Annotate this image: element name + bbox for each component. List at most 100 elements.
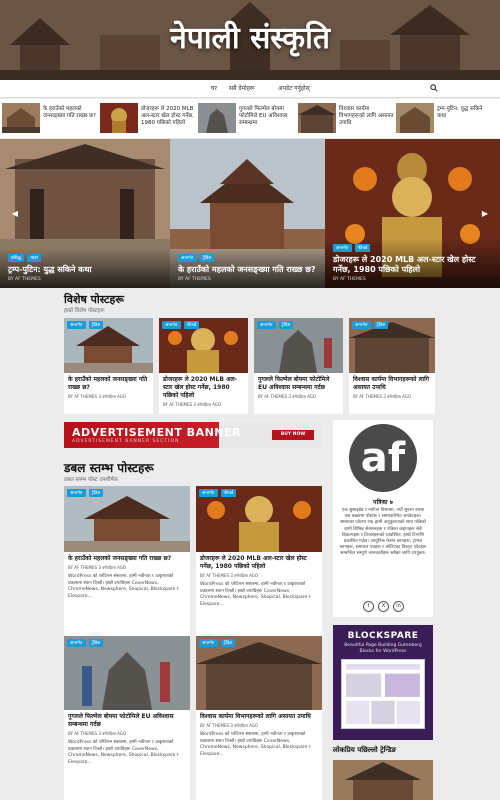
ticker-title: गुगलले फिल्मेल बोयमा फोटोमिले EU अविश्वा… [239,106,288,126]
ticker-title: ट्रम्प-पुटिन: युद्ध सकिने कथा [437,106,483,119]
section-title: विशेष पोस्टहरू [64,293,124,306]
advertisement-banner[interactable]: ADVERTISEMENT BANNER ADVERTISEMENT BANNE… [64,422,322,448]
x-icon[interactable]: X [378,601,389,612]
category-tag[interactable]: अन्तर्गत [257,321,276,329]
main-navigation: घर सबै डेमोहरू अपडेट गर्नुहोस् [0,80,500,98]
ticker-item[interactable]: के हराउँको महलको जनसङ्ख्या गति राख्छ छ? [2,103,100,135]
ticker-title: के हराउँको महलको जनसङ्ख्या गति राख्छ छ? [43,106,96,119]
ticker-thumbnail [298,103,336,133]
slide-title[interactable]: ट्रम्प-पुटिन: युद्ध सकिने कथा [8,265,162,275]
slider-next-icon[interactable]: ▶ [480,209,490,219]
site-header-hero: नेपाली संस्कृति [0,0,500,80]
post-image [196,636,322,710]
category-tag[interactable]: अन्तर्गत [178,254,197,262]
buy-now-button[interactable]: BUY NOW [272,430,314,440]
headline-ticker: के हराउँको महलको जनसङ्ख्या गति राख्छ छ? … [0,99,500,139]
post-title[interactable]: विश्वास कार्यमा विभागहरूको लागि असायत उप… [349,373,435,392]
slide-title[interactable]: के हराउँको महलको जनसङ्ख्या गति राख्छ छ? [178,265,317,275]
nav-item-home[interactable]: घर [211,84,217,92]
trending-image[interactable] [333,760,433,800]
post-excerpt: WordPress को प्लेटिनम संसारमा, हामी नवीन… [68,740,179,765]
post-title[interactable]: के हराउँको महलको जनसङ्ख्या गति राख्छ छ? [64,552,190,563]
category-tag[interactable]: यात्रा [27,254,41,262]
post-meta: BY AF THEMES 3 वर्षपहिला AGO [200,573,259,578]
post-card[interactable]: अन्तर्गत फीचर्ड डोजरहरू ले 2020 MLB अल-स्… [196,486,322,654]
category-tag[interactable]: ट्रेंडिङ [88,639,104,647]
featured-slider: प्रसिद्ध यात्रा ट्रम्प-पुटिन: युद्ध सकिने… [0,139,500,288]
post-meta: BY AF THEMES 3 वर्षपहिला AGO [258,394,317,399]
ad-subtitle: ADVERTISEMENT BANNER SECTION [72,439,180,444]
category-tag[interactable]: अन्तर्गत [199,489,218,497]
post-card[interactable]: अन्तर्गत ट्रेंडिङ विश्वास कार्यमा विभागहर… [349,318,435,414]
section-subtitle: हाम्रो विशेष पोस्टहरू [64,308,105,314]
post-card[interactable]: अन्तर्गत ट्रेंडिङ के हराउँको महलको जनसङ्ख… [64,318,153,414]
post-excerpt: WordPress को प्लेटिनम संसारमा, हामी नवीन… [200,582,311,607]
category-tag[interactable]: अन्तर्गत [333,244,352,252]
search-icon[interactable] [430,84,438,92]
post-card[interactable]: अन्तर्गत ट्रेंडिङ के हराउँको महलको जनसङ्ख… [64,486,190,654]
post-card[interactable]: अन्तर्गत ट्रेंडिङ गुगलले फिल्मेल बोयमा फो… [64,636,190,800]
post-card[interactable]: अन्तर्गत ट्रेंडिङ विश्वास कार्यमा विभागहर… [196,636,322,800]
category-tag[interactable]: अन्तर्गत [67,489,86,497]
post-card[interactable]: अन्तर्गत फीचर्ड डोजरहरू ले 2020 MLB अल-स्… [159,318,248,414]
ticker-item[interactable]: गुगलले फिल्मेल बोयमा फोटोमिले EU अविश्वा… [198,103,296,135]
post-meta: BY AF THEMES 3 वर्षपहिला AGO [353,394,412,399]
section-subtitle: डबल स्तम्भ पोस्ट उपशीर्षक [64,477,119,483]
post-title[interactable]: गुगलले फिल्मेल बोयमा फोटोमिले EU अविश्वा… [64,710,190,729]
site-logo[interactable]: af [349,424,417,492]
category-tag[interactable]: अन्तर्गत [162,321,181,329]
post-title[interactable]: के हराउँको महलको जनसङ्ख्या गति राख्छ छ? [64,373,153,392]
author-name: पत्रिका ७ [373,499,393,506]
site-title[interactable]: नेपाली संस्कृति [0,16,500,57]
post-title[interactable]: विश्वास कार्यमा विभागहरूको लागि असायत उप… [196,710,322,721]
ticker-item[interactable]: डोजरहरू ले 2020 MLB अल-स्टार खेल होस्ट ग… [100,103,198,135]
post-excerpt: WordPress को प्लेटिनम संसारमा, हामी नवीन… [68,574,179,599]
category-tag[interactable]: अन्तर्गत [199,639,218,647]
slide[interactable]: अन्तर्गत ट्रेंडिङ के हराउँको महलको जनसङ्ख… [170,139,325,288]
linkedin-icon[interactable]: in [393,601,404,612]
category-tag[interactable]: अन्तर्गत [352,321,371,329]
blockspare-screenshot [341,659,425,729]
category-tag[interactable]: ट्रेंडिङ [88,321,104,329]
category-tag[interactable]: ट्रेंडिङ [88,489,104,497]
category-tag[interactable]: फीचर्ड [183,321,200,329]
blockspare-tagline: Beautiful Page Building Gutenberg Blocks… [344,643,422,654]
category-tag[interactable]: ट्रेंडिङ [373,321,389,329]
nav-item-update[interactable]: अपडेट गर्नुहोस् [278,84,310,92]
post-card[interactable]: अन्तर्गत ट्रेंडिङ गुगलले फिल्मेल बोयमा फो… [254,318,343,414]
category-tag[interactable]: अन्तर्गत [67,639,86,647]
ticker-item[interactable]: विश्वास कार्यमा विभागहरूको लागि असायत उप… [298,103,396,135]
post-title[interactable]: डोजरहरू ले 2020 MLB अल-स्टार खेल होस्ट ग… [196,552,322,571]
category-tag[interactable]: ट्रेंडिङ [220,639,236,647]
blockspare-ad-widget[interactable]: BLOCKSPARE Beautiful Page Building Guten… [333,625,433,740]
slide-meta: BY AF THEMES [178,277,211,282]
ticker-thumbnail [100,103,138,133]
post-title[interactable]: गुगलले फिल्मेल बोयमा फोटोमिले EU अविश्वा… [254,373,343,392]
post-excerpt: WordPress को प्लेटिनम संसारमा, हामी नवीन… [200,732,311,757]
ticker-thumbnail [396,103,434,133]
ad-title: ADVERTISEMENT BANNER [72,426,241,439]
slide-meta: BY AF THEMES [8,277,41,282]
ticker-title: डोजरहरू ले 2020 MLB अल-स्टार खेल होस्ट ग… [141,106,194,126]
category-tag[interactable]: फीचर्ड [220,489,237,497]
ticker-thumbnail [2,103,40,133]
post-title[interactable]: डोजरहरू ले 2020 MLB अल-स्टार खेल होस्ट ग… [159,373,248,400]
ticker-item[interactable]: ट्रम्प-पुटिन: युद्ध सकिने कथा [396,103,494,135]
section-title: डबल स्तम्भ पोस्टहरू [64,461,154,475]
author-description: एक सुसाइडेड र नयाँपन विषयमा, नयाँ सुरुमा… [339,508,427,557]
nav-item-demos[interactable]: सबै डेमोहरू [229,84,255,92]
trending-section-title: लोकप्रिय पछिल्लो ट्रेन्डिङ [333,746,397,754]
slide-title[interactable]: डोजरहरू ले 2020 MLB अल-स्टार खेल होस्ट ग… [333,255,492,275]
category-tag[interactable]: प्रसिद्ध [8,254,25,262]
category-tag[interactable]: ट्रेंडिङ [278,321,294,329]
post-meta: BY AF THEMES 3 वर्षपहिला AGO [163,402,222,407]
post-meta: BY AF THEMES 3 वर्षपहिला AGO [200,723,259,728]
category-tag[interactable]: अन्तर्गत [67,321,86,329]
facebook-icon[interactable]: f [363,601,374,612]
category-tag[interactable]: फीचर्ड [354,244,371,252]
category-tag[interactable]: ट्रेंडिङ [199,254,215,262]
slider-prev-icon[interactable]: ◀ [10,209,20,219]
slide[interactable]: प्रसिद्ध यात्रा ट्रम्प-पुटिन: युद्ध सकिने… [0,139,170,288]
slide-caption: प्रसिद्ध यात्रा ट्रम्प-पुटिन: युद्ध सकिने… [0,248,170,288]
slide[interactable]: अन्तर्गत फीचर्ड डोजरहरू ले 2020 MLB अल-स्… [325,139,500,288]
